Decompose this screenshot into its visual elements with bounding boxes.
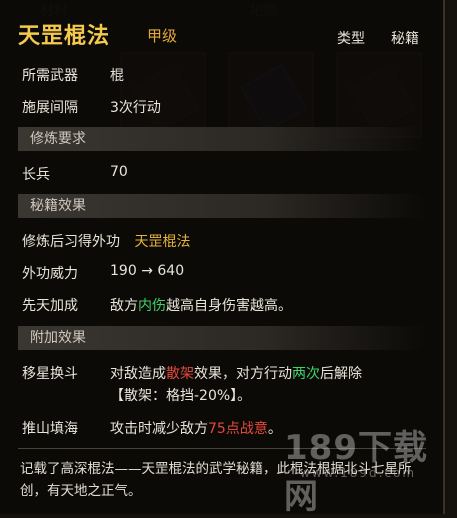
long-weapon-value: 70 (110, 164, 128, 180)
cast-interval-row: 施展间隔 3次行动 (22, 97, 161, 117)
section-training: 修炼要求 (18, 127, 426, 151)
section-extra: 附加效果 (18, 326, 426, 350)
push-mountain-text-1: 攻击时减少敌方 (110, 421, 208, 437)
power-from: 190 (110, 263, 137, 279)
first-bonus-text-2: 越高自身伤害越高。 (166, 298, 292, 314)
section-effect: 秘籍效果 (18, 194, 426, 218)
push-mountain-label: 推山填海 (22, 421, 78, 437)
first-bonus-label: 先天加成 (22, 298, 78, 314)
arrow-right-icon: → (141, 263, 153, 279)
required-weapon-row: 所需武器 棍 (22, 65, 124, 85)
type-value: 秘籍 (391, 31, 419, 47)
first-bonus-text: 敌方内伤越高自身伤害越高。 (110, 295, 292, 315)
power-to: 640 (157, 263, 185, 279)
learn-row: 修炼后习得外功 天罡棍法 (22, 231, 190, 251)
power-value: 190 → 640 (110, 263, 184, 279)
move-star-highlight-2: 两次 (292, 366, 320, 382)
power-row: 外功威力 190 → 640 (22, 263, 184, 283)
watermark-url: www.189d.com (300, 466, 417, 480)
move-star-text: 对敌造成散架效果，对方行动两次后解除 (110, 363, 362, 383)
type-label: 类型 (337, 31, 365, 47)
first-bonus-row: 先天加成 敌方内伤越高自身伤害越高。 (22, 295, 292, 315)
move-star-text-1: 对敌造成 (110, 366, 166, 382)
item-title: 天罡棍法 (18, 24, 111, 49)
long-weapon-row: 长兵 70 (22, 164, 128, 184)
item-grade: 甲级 (147, 27, 178, 45)
required-weapon-value: 棍 (110, 68, 124, 84)
push-mountain-text: 攻击时减少敌方75点战意。 (110, 418, 282, 438)
move-star-row: 移星换斗 对敌造成散架效果，对方行动两次后解除 (22, 363, 362, 383)
move-star-label: 移星换斗 (22, 366, 78, 382)
power-label: 外功威力 (22, 266, 78, 282)
first-bonus-highlight: 内伤 (138, 298, 166, 314)
first-bonus-text-1: 敌方 (110, 298, 138, 314)
learn-value: 天罡棍法 (134, 234, 191, 250)
learn-label: 修炼后习得外功 (22, 234, 120, 250)
move-star-text-3: 后解除 (320, 366, 362, 382)
move-star-text-2: 效果，对方行动 (194, 366, 292, 382)
cast-interval-label: 施展间隔 (22, 100, 78, 116)
long-weapon-label: 长兵 (22, 167, 50, 183)
move-star-highlight-1: 散架 (166, 366, 194, 382)
cast-interval-value: 3次行动 (110, 100, 161, 116)
push-mountain-row: 推山填海 攻击时减少敌方75点战意。 (22, 418, 282, 438)
site-watermark: 189下载网 www.189d.com (270, 420, 450, 517)
required-weapon-label: 所需武器 (22, 68, 78, 84)
move-star-line2: 【散架：格挡-20%】。 (110, 388, 252, 404)
push-mountain-highlight: 75点战意 (208, 421, 268, 437)
